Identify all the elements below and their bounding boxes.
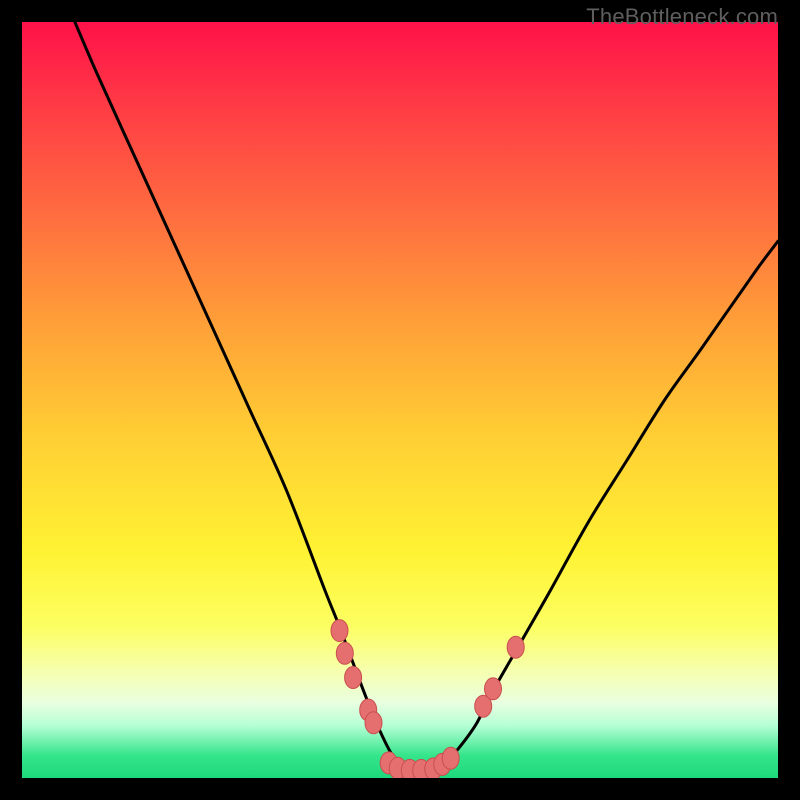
curve-markers [331,620,524,778]
marker-left-cluster-mid [345,667,362,689]
plot-area [22,22,778,778]
marker-left-cluster-upper [336,642,353,664]
marker-right-cluster-mid [485,678,502,700]
marker-left-cluster-lower [365,712,382,734]
marker-valley-right-c [442,747,459,769]
attribution-label: TheBottleneck.com [586,4,778,30]
chart-svg [22,22,778,778]
marker-left-cluster-top [331,620,348,642]
bottleneck-curve [75,22,778,772]
outer-frame: TheBottleneck.com [0,0,800,800]
marker-right-cluster-high [507,636,524,658]
